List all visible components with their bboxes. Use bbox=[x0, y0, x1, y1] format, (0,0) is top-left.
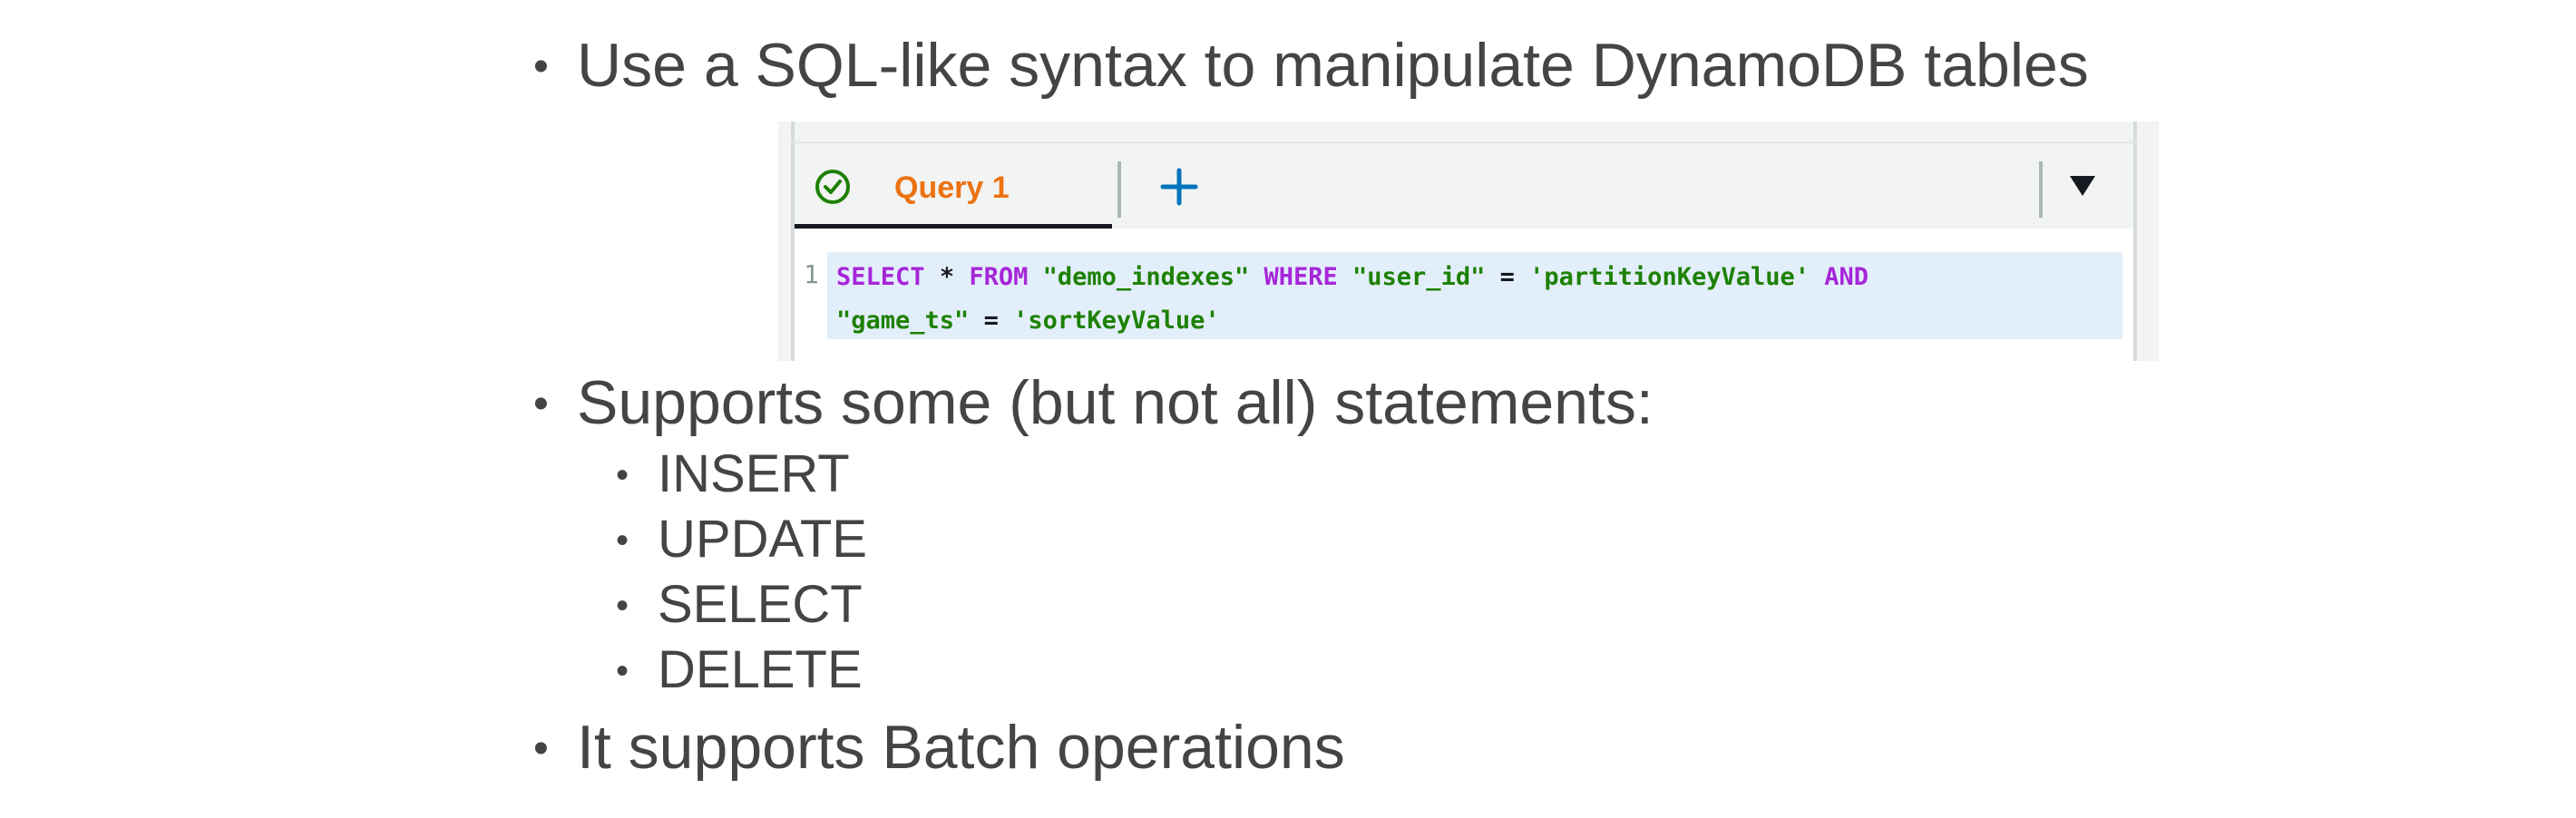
query-text[interactable]: SELECT * FROM "demo_indexes" WHERE "user… bbox=[836, 256, 1869, 343]
bullet-text: It supports Batch operations bbox=[577, 713, 1345, 782]
sub-bullet-delete: • DELETE bbox=[616, 644, 863, 696]
bullet-dot: • bbox=[616, 521, 629, 560]
code-token-identifier: "demo_indexes" bbox=[1042, 263, 1250, 291]
bullet-dot: • bbox=[616, 651, 629, 691]
sub-bullet-update: • UPDATE bbox=[616, 513, 867, 566]
sub-bullet-select: • SELECT bbox=[616, 579, 863, 631]
line-number: 1 bbox=[804, 259, 819, 289]
code-token-keyword: WHERE bbox=[1264, 263, 1338, 291]
bullet-batch-operations: • It supports Batch operations bbox=[533, 716, 1345, 778]
bullet-text: DELETE bbox=[658, 640, 863, 699]
bullet-dot: • bbox=[616, 586, 629, 626]
bullet-sql-syntax: • Use a SQL-like syntax to manipulate Dy… bbox=[533, 34, 2089, 96]
check-circle-icon bbox=[815, 170, 850, 204]
bullet-text: Use a SQL-like syntax to manipulate Dyna… bbox=[577, 31, 2089, 100]
editor-border bbox=[2133, 122, 2137, 361]
bullet-text: UPDATE bbox=[658, 510, 867, 569]
slide: • Use a SQL-like syntax to manipulate Dy… bbox=[0, 0, 2576, 818]
bullet-dot: • bbox=[533, 43, 549, 91]
tab-query-1[interactable]: Query 1 bbox=[795, 143, 1112, 229]
code-token-identifier: "game_ts" bbox=[836, 307, 970, 335]
code-token-operator: = bbox=[1499, 263, 1515, 291]
bullet-text: Supports some (but not all) statements: bbox=[577, 368, 1654, 437]
bullet-dot: • bbox=[533, 380, 549, 428]
caret-down-icon[interactable] bbox=[2068, 172, 2097, 198]
bullet-supported-statements: • Supports some (but not all) statements… bbox=[533, 372, 1654, 433]
tab-separator bbox=[1117, 161, 1121, 218]
code-token-operator: = bbox=[983, 307, 999, 335]
code-token-keyword: AND bbox=[1824, 263, 1869, 291]
code-token-operator: * bbox=[939, 263, 955, 291]
tab-label: Query 1 bbox=[894, 170, 1010, 205]
sub-bullet-insert: • INSERT bbox=[616, 448, 850, 501]
code-editor[interactable]: 1 SELECT * FROM "demo_indexes" WHERE "us… bbox=[795, 229, 2133, 361]
code-token-keyword: SELECT bbox=[836, 263, 925, 291]
partiql-editor: Query 1 1 SELECT * FROM "demo_indexes" W… bbox=[778, 122, 2159, 361]
plus-icon[interactable] bbox=[1156, 163, 1203, 210]
bullet-text: SELECT bbox=[658, 575, 863, 634]
query-tab-bar: Query 1 bbox=[795, 143, 2133, 229]
menu-separator bbox=[2039, 161, 2043, 218]
bullet-dot: • bbox=[616, 455, 629, 495]
bullet-text: INSERT bbox=[658, 444, 850, 503]
code-token-string: 'sortKeyValue' bbox=[1013, 307, 1220, 335]
code-token-keyword: FROM bbox=[969, 263, 1029, 291]
bullet-dot: • bbox=[533, 725, 549, 773]
code-token-identifier: "user_id" bbox=[1352, 263, 1486, 291]
code-token-string: 'partitionKeyValue' bbox=[1529, 263, 1810, 291]
